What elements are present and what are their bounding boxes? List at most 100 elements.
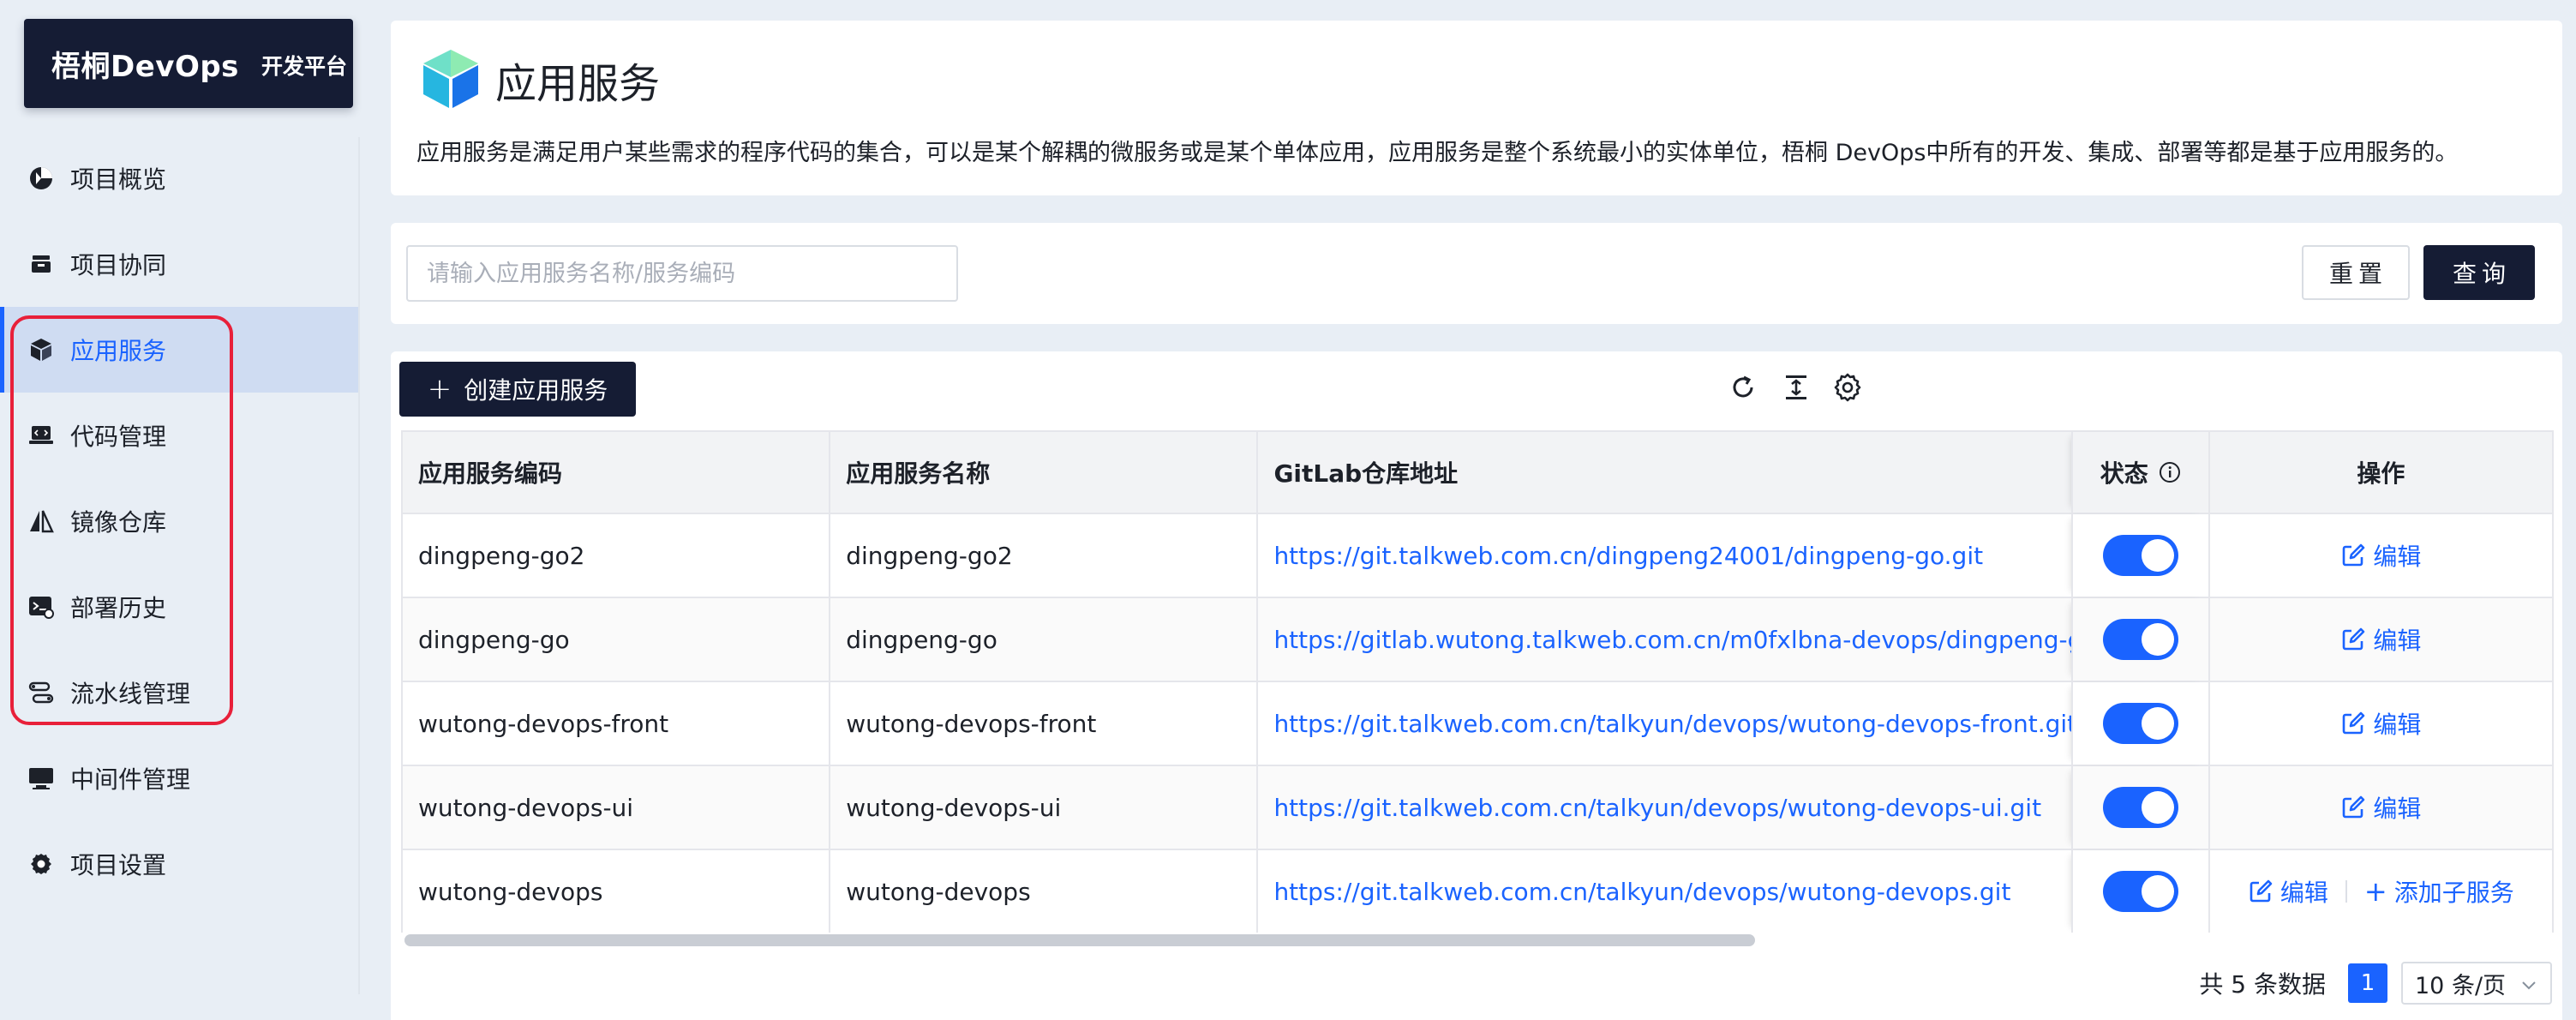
sidebar-item-label: 项目设置 xyxy=(70,851,167,879)
brand-logo[interactable]: 梧桐DevOps 开发平台 xyxy=(24,19,353,108)
horizontal-scrollbar[interactable] xyxy=(401,933,2554,946)
edit-icon xyxy=(2343,795,2365,819)
info-icon[interactable] xyxy=(2159,461,2181,483)
cell-code: wutong-devops xyxy=(403,850,831,933)
sidebar-item-image-repo[interactable]: 镜像仓库 xyxy=(0,478,360,564)
column-height-icon[interactable] xyxy=(1777,369,1815,406)
cell-code: dingpeng-go2 xyxy=(403,514,831,597)
column-header-code[interactable]: 应用服务编码 xyxy=(403,432,831,513)
cell-code: dingpeng-go xyxy=(403,598,831,681)
sidebar-item-settings[interactable]: 项目设置 xyxy=(0,821,360,907)
repo-link[interactable]: https://git.talkweb.com.cn/talkyun/devop… xyxy=(1273,878,2010,906)
column-header-actions: 操作 xyxy=(2357,459,2405,488)
edit-label: 编辑 xyxy=(2373,795,2422,823)
sidebar-item-label: 项目协同 xyxy=(70,251,167,279)
column-header-status[interactable]: 状态 xyxy=(2073,432,2210,513)
sidebar-item-collaboration[interactable]: 项目协同 xyxy=(0,221,360,307)
sidebar-nav: 项目概览 项目协同 应用服务 代码管理 镜像仓库 部署历史 流水线管理 中间件管… xyxy=(0,135,360,907)
status-toggle[interactable] xyxy=(2102,619,2178,660)
sidebar-item-label: 应用服务 xyxy=(70,337,167,365)
edit-label: 编辑 xyxy=(2373,711,2422,739)
cell-name: wutong-devops-front xyxy=(830,682,1259,765)
page-size-select[interactable]: 10 条/页 xyxy=(2401,962,2552,1005)
sidebar-item-code[interactable]: 代码管理 xyxy=(0,393,360,478)
cell-actions: 编辑 xyxy=(2210,682,2552,765)
monitor-icon xyxy=(27,765,55,792)
table-row: wutong-devops wutong-devops https://git.… xyxy=(403,850,2552,934)
sidebar-item-app-service[interactable]: 应用服务 xyxy=(0,307,360,393)
page-title: 应用服务 xyxy=(495,60,661,108)
search-input[interactable] xyxy=(406,245,958,302)
refresh-icon[interactable] xyxy=(1724,369,1762,406)
chevron-down-icon xyxy=(2519,974,2538,1000)
app-service-table: 应用服务编码 应用服务名称 GitLab仓库地址 状态 操作 dingpeng-… xyxy=(401,430,2554,934)
edit-button[interactable]: 编辑 xyxy=(2248,874,2328,909)
status-toggle[interactable] xyxy=(2102,535,2178,576)
query-button[interactable]: 查询 xyxy=(2423,245,2535,300)
edit-icon xyxy=(2343,543,2365,567)
repo-link[interactable]: https://git.talkweb.com.cn/dingpeng24001… xyxy=(1273,542,1983,570)
settings-gear-icon[interactable] xyxy=(1829,369,1866,406)
brand-name: 梧桐DevOps xyxy=(51,49,239,84)
table-row: wutong-devops-front wutong-devops-front … xyxy=(403,682,2552,766)
app-service-cube-icon xyxy=(420,46,482,113)
cell-repo: https://git.talkweb.com.cn/talkyun/devop… xyxy=(1258,850,2073,933)
cell-repo: https://git.talkweb.com.cn/dingpeng24001… xyxy=(1258,514,2073,597)
repo-link[interactable]: https://gitlab.wutong.talkweb.com.cn/m0f… xyxy=(1273,626,2070,654)
service-table-card: + 创建应用服务 应用服务编码 应用服务名称 GitLab仓库地址 状态 操作 … xyxy=(391,351,2562,1020)
sidebar-item-pipeline[interactable]: 流水线管理 xyxy=(0,650,360,735)
cell-code: wutong-devops-ui xyxy=(403,766,831,849)
cell-code: wutong-devops-front xyxy=(403,682,831,765)
sidebar-item-label: 项目概览 xyxy=(70,165,167,194)
create-app-service-label: 创建应用服务 xyxy=(464,376,608,405)
gear-icon xyxy=(27,850,55,878)
column-header-repo[interactable]: GitLab仓库地址 xyxy=(1258,432,2073,513)
cell-repo: https://git.talkweb.com.cn/talkyun/devop… xyxy=(1258,682,2073,765)
pagination: 共 5 条数据 1 10 条/页 xyxy=(2199,962,2552,1005)
status-toggle[interactable] xyxy=(2102,871,2178,912)
reset-button[interactable]: 重置 xyxy=(2302,245,2410,300)
cell-repo: https://gitlab.wutong.talkweb.com.cn/m0f… xyxy=(1258,598,2073,681)
sidebar-item-overview[interactable]: 项目概览 xyxy=(0,135,360,221)
plus-icon: + xyxy=(2363,875,2387,908)
page-description: 应用服务是满足用户某些需求的程序代码的集合，可以是某个解耦的微服务或是某个单体应… xyxy=(416,140,2459,166)
edit-icon xyxy=(2343,627,2365,651)
cell-name: wutong-devops-ui xyxy=(830,766,1259,849)
cell-status xyxy=(2073,598,2210,681)
status-toggle[interactable] xyxy=(2102,787,2178,828)
page-header: 应用服务 应用服务是满足用户某些需求的程序代码的集合，可以是某个解耦的微服务或是… xyxy=(391,21,2562,195)
cell-status xyxy=(2073,766,2210,849)
edit-button[interactable]: 编辑 xyxy=(2340,790,2421,825)
collaboration-icon xyxy=(27,250,55,278)
pagination-total: 共 5 条数据 xyxy=(2199,970,2326,999)
cell-name: dingpeng-go xyxy=(830,598,1259,681)
cell-actions: 编辑 + 添加子服务 xyxy=(2210,850,2552,933)
sidebar-item-middleware[interactable]: 中间件管理 xyxy=(0,735,360,821)
sidebar-item-label: 代码管理 xyxy=(70,423,167,451)
edit-button[interactable]: 编辑 xyxy=(2340,622,2421,657)
edit-label: 编辑 xyxy=(2373,543,2422,571)
edit-button[interactable]: 编辑 xyxy=(2340,706,2421,741)
table-row: dingpeng-go2 dingpeng-go2 https://git.ta… xyxy=(403,514,2552,598)
sidebar-item-label: 中间件管理 xyxy=(70,765,191,794)
sidebar-item-deploy-history[interactable]: 部署历史 xyxy=(0,564,360,650)
table-row: dingpeng-go dingpeng-go https://gitlab.w… xyxy=(403,598,2552,682)
sidebar: 梧桐DevOps 开发平台 项目概览 项目协同 应用服务 代码管理 镜像仓库 部… xyxy=(0,0,360,1020)
table-row: wutong-devops-ui wutong-devops-ui https:… xyxy=(403,766,2552,850)
cell-actions: 编辑 xyxy=(2210,514,2552,597)
cell-status xyxy=(2073,682,2210,765)
status-toggle[interactable] xyxy=(2102,703,2178,744)
action-divider xyxy=(2345,880,2347,903)
scrollbar-thumb[interactable] xyxy=(404,934,1755,946)
sidebar-item-label: 镜像仓库 xyxy=(70,508,167,537)
page-button-current[interactable]: 1 xyxy=(2348,963,2387,1003)
repo-link[interactable]: https://git.talkweb.com.cn/talkyun/devop… xyxy=(1273,794,2041,822)
create-app-service-button[interactable]: + 创建应用服务 xyxy=(399,362,636,417)
edit-button[interactable]: 编辑 xyxy=(2340,538,2421,573)
sidebar-item-label: 部署历史 xyxy=(70,594,167,622)
edit-label: 编辑 xyxy=(2279,879,2328,907)
column-header-name[interactable]: 应用服务名称 xyxy=(830,432,1259,513)
repo-link[interactable]: https://git.talkweb.com.cn/talkyun/devop… xyxy=(1273,710,2070,738)
add-child-service-button[interactable]: + 添加子服务 xyxy=(2364,874,2514,909)
overview-icon xyxy=(27,165,55,192)
